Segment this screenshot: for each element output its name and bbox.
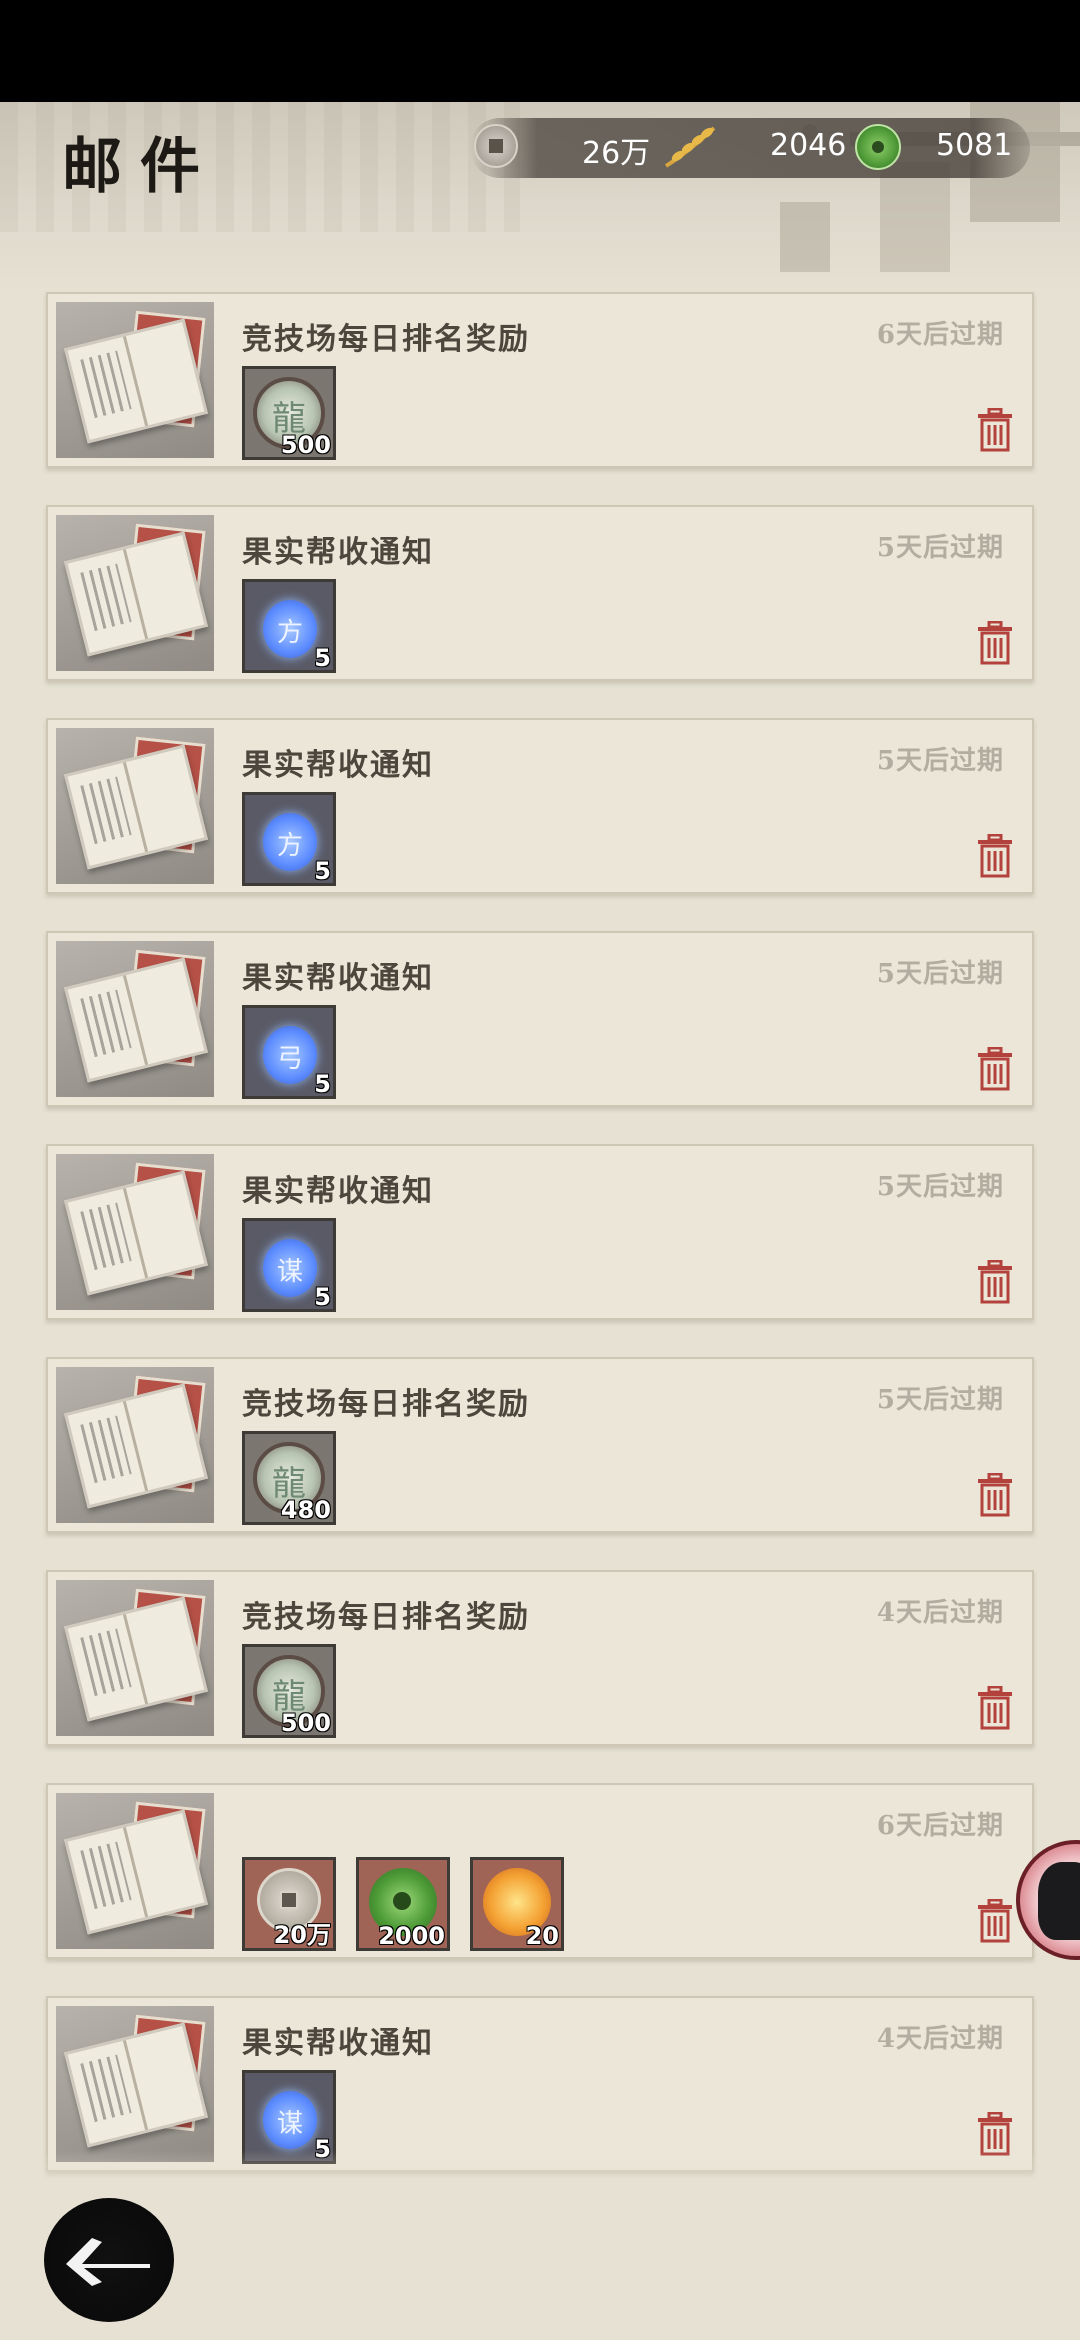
mail-book-icon bbox=[56, 1367, 214, 1523]
mail-book-icon bbox=[56, 515, 214, 671]
trash-icon[interactable] bbox=[976, 1899, 1014, 1943]
mail-expiry: 4天后过期 bbox=[876, 2024, 1004, 2054]
mail-expiry: 6天后过期 bbox=[876, 1811, 1004, 1841]
fruit-bag-icon: 弓 bbox=[263, 1026, 317, 1084]
trash-icon[interactable] bbox=[976, 1047, 1014, 1091]
attachment-count: 5 bbox=[314, 857, 331, 885]
fruit-bag-icon: 方 bbox=[263, 600, 317, 658]
trash-icon[interactable] bbox=[976, 834, 1014, 878]
mail-title: 果实帮收通知 bbox=[242, 535, 434, 570]
mail-expiry: 5天后过期 bbox=[876, 1385, 1004, 1415]
mail-card[interactable]: 果实帮收通知 5天后过期方 5 bbox=[46, 505, 1034, 681]
mail-card[interactable]: 竞技场每日排名奖励 5天后过期 480 bbox=[46, 1357, 1034, 1533]
trash-icon[interactable] bbox=[976, 1473, 1014, 1517]
mail-title: 果实帮收通知 bbox=[242, 961, 434, 996]
mail-expiry: 6天后过期 bbox=[876, 320, 1004, 350]
mail-expiry: 5天后过期 bbox=[876, 959, 1004, 989]
trash-icon[interactable] bbox=[976, 1686, 1014, 1730]
attachment-count: 500 bbox=[280, 1709, 331, 1737]
character-avatar[interactable] bbox=[1016, 1836, 1080, 1966]
attachment-item[interactable]: 20万 bbox=[242, 1857, 336, 1951]
fruit-bag-icon: 方 bbox=[263, 813, 317, 871]
trash-icon[interactable] bbox=[976, 1260, 1014, 1304]
mail-card[interactable]: 6天后过期 20万 2000 20 bbox=[46, 1783, 1034, 1959]
mail-list: 竞技场每日排名奖励6天后过期500果实帮收通知5天后过期方5果实帮收通知5天后过… bbox=[0, 0, 1080, 2340]
mail-book-icon bbox=[56, 302, 214, 458]
bag-glyph: 谋 bbox=[276, 1257, 303, 1287]
back-button[interactable] bbox=[44, 2198, 174, 2322]
mail-expiry: 5天后过期 bbox=[876, 533, 1004, 563]
mail-expiry: 5天后过期 bbox=[876, 1172, 1004, 1202]
attachment-count: 480 bbox=[280, 1496, 331, 1524]
attachment-count: 5 bbox=[314, 1070, 331, 1098]
bag-glyph: 方 bbox=[276, 831, 303, 861]
mail-title: 竞技场每日排名奖励 bbox=[242, 322, 530, 357]
mail-book-icon bbox=[56, 728, 214, 884]
mail-book-icon bbox=[56, 2006, 214, 2162]
mail-card[interactable]: 果实帮收通知 5天后过期谋 5 bbox=[46, 1144, 1034, 1320]
mail-card[interactable]: 竞技场每日排名奖励 6天后过期 500 bbox=[46, 292, 1034, 468]
attachment-item[interactable]: 方5 bbox=[242, 792, 336, 886]
attachment-count: 2000 bbox=[378, 1922, 445, 1950]
back-arrow-icon bbox=[66, 2238, 150, 2286]
attachment-item[interactable]: 20 bbox=[470, 1857, 564, 1951]
mail-title: 竞技场每日排名奖励 bbox=[242, 1600, 530, 1635]
mail-expiry: 4天后过期 bbox=[876, 1598, 1004, 1628]
mail-expiry: 5天后过期 bbox=[876, 746, 1004, 776]
mail-card[interactable]: 竞技场每日排名奖励 4天后过期 500 bbox=[46, 1570, 1034, 1746]
fruit-bag-icon: 谋 bbox=[263, 1239, 317, 1297]
attachment-count: 20 bbox=[525, 1922, 559, 1950]
mail-title: 果实帮收通知 bbox=[242, 1174, 434, 1209]
mail-book-icon bbox=[56, 1154, 214, 1310]
attachment-item[interactable]: 弓5 bbox=[242, 1005, 336, 1099]
mail-card[interactable]: 果实帮收通知 5天后过期弓 5 bbox=[46, 931, 1034, 1107]
mail-book-icon bbox=[56, 941, 214, 1097]
bag-glyph: 谋 bbox=[276, 2109, 303, 2139]
attachment-item[interactable]: 谋5 bbox=[242, 1218, 336, 1312]
mail-card[interactable]: 果实帮收通知 4天后过期谋 5 bbox=[46, 1996, 1034, 2172]
bag-glyph: 方 bbox=[276, 618, 303, 648]
mail-title: 果实帮收通知 bbox=[242, 748, 434, 783]
trash-icon[interactable] bbox=[976, 408, 1014, 452]
mail-book-icon bbox=[56, 1793, 214, 1949]
trash-icon[interactable] bbox=[976, 621, 1014, 665]
attachment-count: 5 bbox=[314, 1283, 331, 1311]
mail-title: 果实帮收通知 bbox=[242, 2026, 434, 2061]
fruit-bag-icon: 谋 bbox=[263, 2091, 317, 2149]
attachment-item[interactable]: 500 bbox=[242, 1644, 336, 1738]
mail-card[interactable]: 果实帮收通知 5天后过期方 5 bbox=[46, 718, 1034, 894]
mail-book-icon bbox=[56, 1580, 214, 1736]
attachment-count: 500 bbox=[280, 431, 331, 459]
bag-glyph: 弓 bbox=[276, 1044, 303, 1074]
attachment-item[interactable]: 480 bbox=[242, 1431, 336, 1525]
attachment-item[interactable]: 2000 bbox=[356, 1857, 450, 1951]
attachment-item[interactable]: 方5 bbox=[242, 579, 336, 673]
mail-title: 竞技场每日排名奖励 bbox=[242, 1387, 530, 1422]
attachment-item[interactable]: 500 bbox=[242, 366, 336, 460]
attachment-count: 20万 bbox=[273, 1921, 331, 1949]
attachment-count: 5 bbox=[314, 644, 331, 672]
